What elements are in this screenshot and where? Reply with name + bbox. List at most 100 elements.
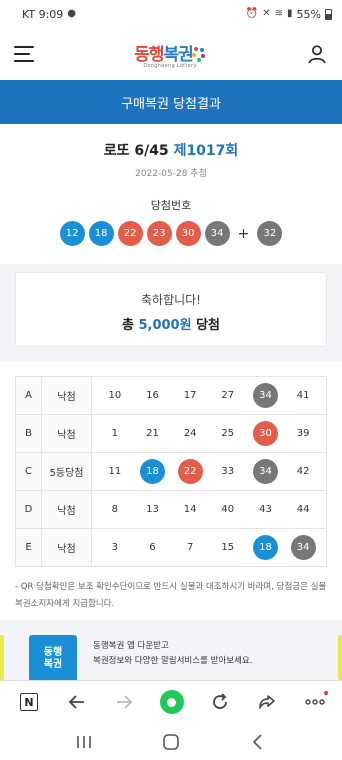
status-left: KT 9:09 ● (22, 8, 76, 21)
picked-number: 44 (296, 504, 310, 515)
picks-table: A 낙첨 10 16 17 27 34 41 B 낙첨 1 21 24 25 30 39 C 5등당첨 11 18 22… (15, 376, 327, 567)
table-row: D 낙첨 8 13 14 40 43 44 (15, 490, 327, 529)
signal-icon: ▮ (287, 8, 293, 19)
picked-number: 10 (108, 390, 122, 401)
picked-number: 6 (149, 542, 156, 553)
matched-number: 30 (252, 421, 278, 446)
mute-icon: ✕ (262, 8, 271, 19)
picked-number: 11 (108, 466, 122, 477)
winning-numbers: 12 18 22 23 30 34 +32 (0, 221, 342, 264)
notification-badge (323, 691, 328, 695)
table-row: A 낙첨 10 16 17 27 34 41 (15, 376, 327, 415)
picked-number: 21 (146, 428, 159, 439)
matched-number: 18 (252, 535, 278, 560)
winning-ball: 23 (146, 221, 172, 246)
picked-number: 43 (259, 504, 272, 515)
prize-prefix: 총 (121, 318, 134, 333)
prize-suffix: 당첨 (196, 318, 221, 333)
picked-number: 42 (296, 466, 310, 477)
table-row: B 낙첨 1 21 24 25 30 39 (15, 414, 327, 453)
nav-back-icon[interactable] (248, 733, 268, 751)
picked-number: 33 (221, 466, 235, 477)
matched-number: 34 (252, 459, 278, 484)
logo[interactable]: 동행복권 Donghaeng Lottery (134, 40, 206, 69)
winning-ball: 18 (88, 221, 114, 246)
home-dot-icon (159, 690, 184, 714)
promo-line-1: 동행복권 앱 다운받고 (93, 641, 169, 651)
draw-date: 2022-05-28 추첨 (135, 169, 207, 179)
congrats-message: 축하합니다! (140, 293, 201, 307)
result-box: 축하합니다! 총 5,000원 당첨 (15, 272, 327, 347)
picked-number: 1 (111, 428, 119, 439)
android-nav-bar (0, 723, 342, 760)
matched-number: 18 (139, 459, 165, 484)
table-row: E 낙첨 3 6 7 15 18 34 (15, 528, 327, 567)
refresh-button[interactable] (207, 689, 233, 715)
logo-subtitle: Donghaeng Lottery (143, 62, 197, 69)
picked-number: 39 (296, 428, 310, 439)
naver-button[interactable]: N (16, 689, 42, 715)
picked-number: 8 (111, 504, 119, 515)
promo-text: 동행복권 앱 다운받고 복권정보와 다양한 알림서비스를 받아보세요. (93, 639, 252, 680)
browser-toolbar: N (0, 680, 342, 723)
more-button[interactable] (302, 689, 328, 715)
app-icon: 동행 복권 (29, 635, 77, 683)
forward-button[interactable] (111, 689, 137, 715)
row-label: E (15, 528, 42, 567)
picked-number: 15 (221, 542, 235, 553)
home-dot-button[interactable] (159, 689, 185, 715)
bonus-ball: 32 (257, 221, 283, 246)
battery-icon (325, 8, 332, 20)
winning-ball: 34 (204, 221, 230, 246)
game-name: 로또 6/45 (103, 143, 169, 159)
matched-number: 34 (290, 535, 316, 560)
bonus-plus: + (237, 225, 250, 242)
row-rank: 낙첨 (41, 528, 92, 567)
prize-line: 총 5,000원 당첨 (16, 314, 326, 333)
back-button[interactable] (64, 689, 90, 715)
recent-apps-icon[interactable] (74, 733, 94, 751)
matched-number: 22 (177, 459, 203, 484)
share-button[interactable] (254, 689, 280, 715)
picked-number: 7 (186, 542, 194, 553)
row-numbers: 8 13 14 40 43 44 (91, 490, 327, 529)
prize-amount: 5,000원 (138, 318, 192, 333)
picked-number: 27 (221, 390, 235, 401)
user-icon[interactable] (306, 43, 328, 65)
row-label: C (15, 452, 42, 491)
page-title-bar: 구매복권 당첨결과 (0, 80, 342, 124)
picked-number: 17 (183, 390, 197, 401)
carrier-time: KT 9:09 (22, 7, 64, 21)
home-icon[interactable] (161, 733, 181, 751)
picked-number: 14 (183, 504, 197, 515)
result-panel: 축하합니다! 총 5,000원 당첨 (0, 264, 342, 362)
status-bar: KT 9:09 ● ⏰ ✕ ≋ ▮ 55% (0, 0, 342, 28)
back-icon (68, 695, 84, 709)
row-rank: 낙첨 (41, 490, 92, 529)
row-numbers: 3 6 7 15 18 34 (91, 528, 327, 567)
hamburger-icon[interactable] (14, 46, 34, 62)
app-promo-banner[interactable]: 동행 복권 동행복권 앱 다운받고 복권정보와 다양한 알림서비스를 받아보세요… (0, 620, 342, 683)
row-label: D (15, 490, 42, 529)
picks-section: A 낙첨 10 16 17 27 34 41 B 낙첨 1 21 24 25 30 39 C 5등당첨 11 18 22… (0, 362, 342, 613)
banner-edge-right (338, 635, 342, 680)
row-rank: 5등당첨 (41, 452, 92, 491)
refresh-icon (212, 693, 227, 709)
page-title: 구매복권 당첨결과 (121, 96, 221, 112)
picked-number: 40 (221, 504, 235, 515)
picked-number: 16 (146, 390, 159, 401)
row-numbers: 11 18 22 33 34 42 (91, 452, 327, 491)
winning-numbers-label: 당첨번호 (150, 199, 192, 212)
winning-ball: 12 (59, 221, 85, 246)
notice-text: - QR 당첨확인은 보조 확인수단이므로 반드시 실물과 대조하시기 바라며,… (15, 582, 327, 609)
more-icon (305, 699, 325, 705)
draw-title: 로또 6/45 제1017회 (0, 140, 342, 160)
alarm-icon: ⏰ (245, 8, 259, 19)
chat-bubble-icon: ● (67, 8, 77, 19)
picked-number: 41 (296, 390, 310, 401)
app-header: 동행복권 Donghaeng Lottery (0, 28, 342, 80)
table-row: C 5등당첨 11 18 22 33 34 42 (15, 452, 327, 491)
logo-fan-icon (191, 46, 206, 65)
wifi-icon: ≋ (274, 8, 284, 19)
row-label: B (15, 414, 42, 453)
